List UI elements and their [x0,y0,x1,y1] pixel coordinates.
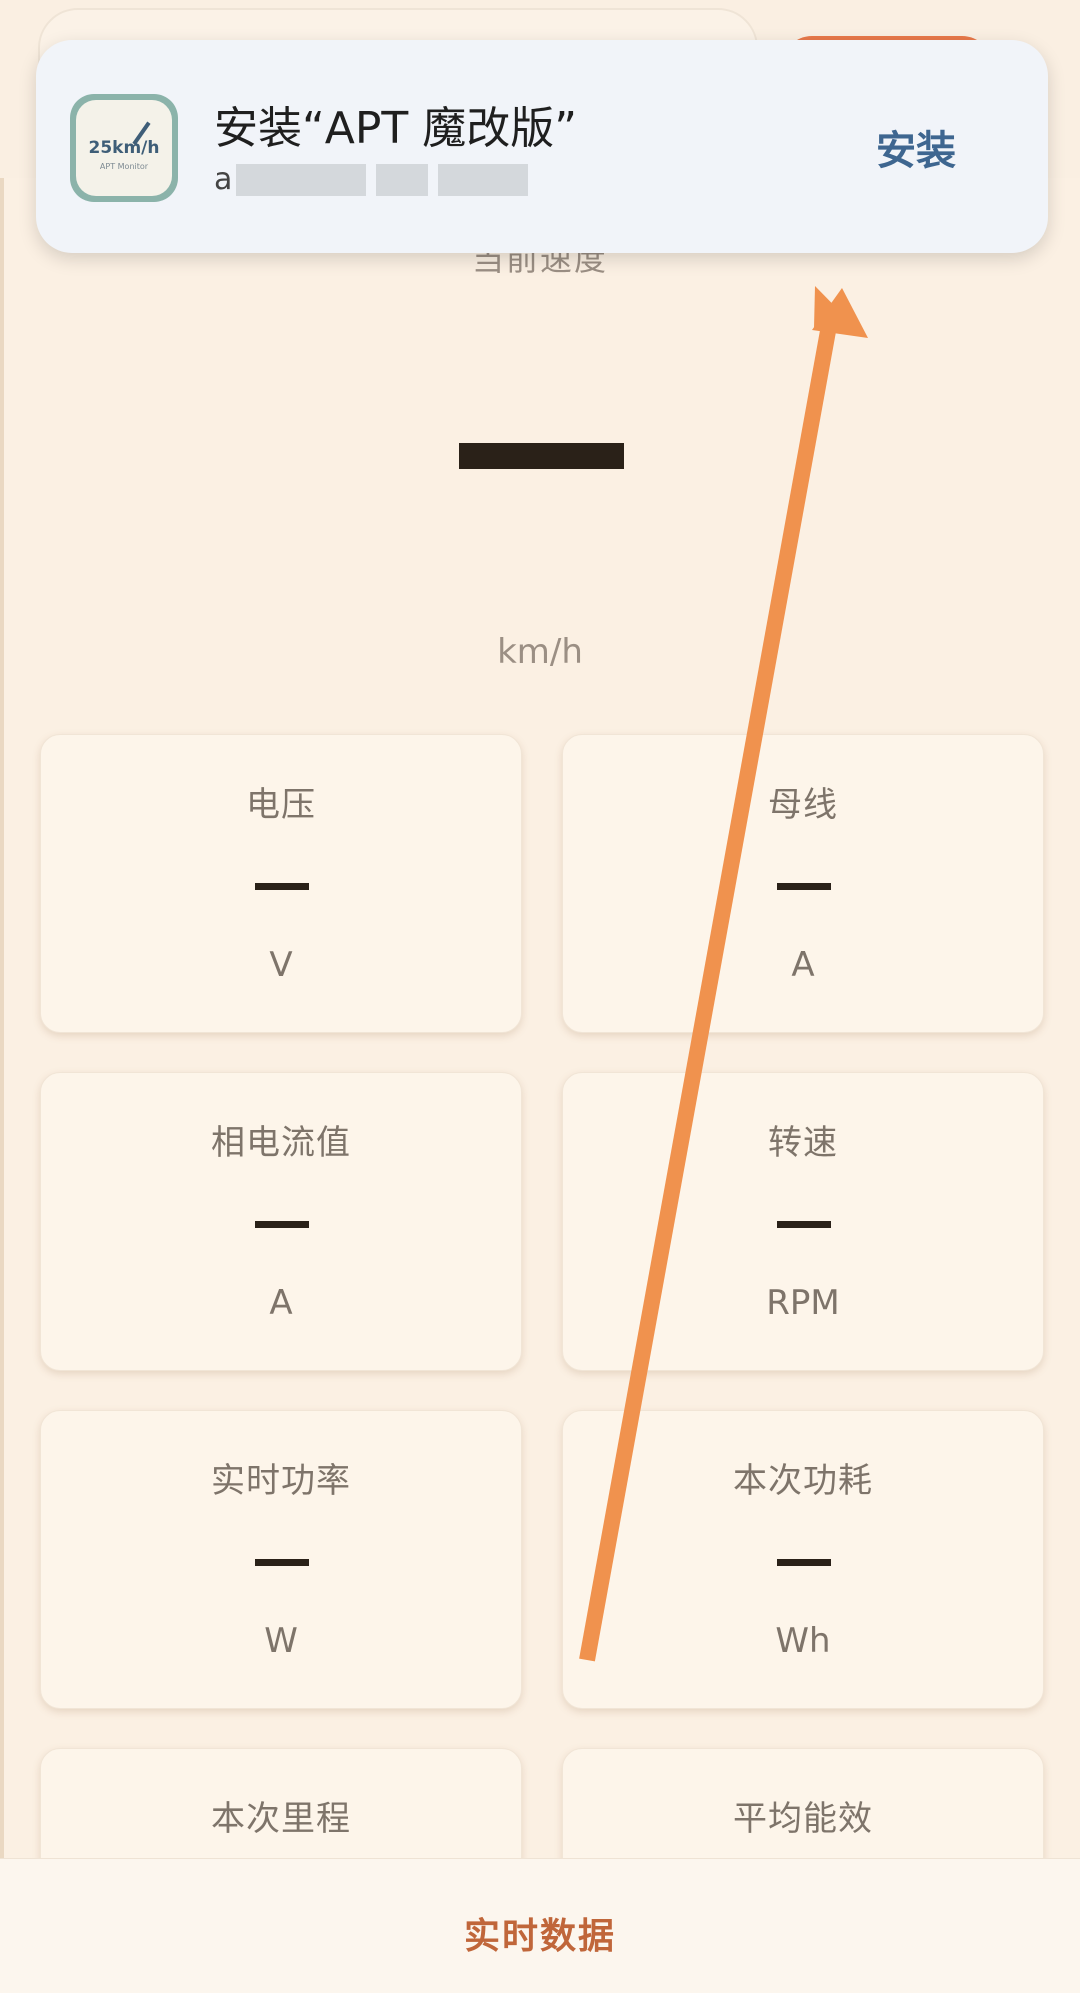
annotation-arrow-shaft [579,318,838,1662]
annotation-arrow [579,286,868,1662]
